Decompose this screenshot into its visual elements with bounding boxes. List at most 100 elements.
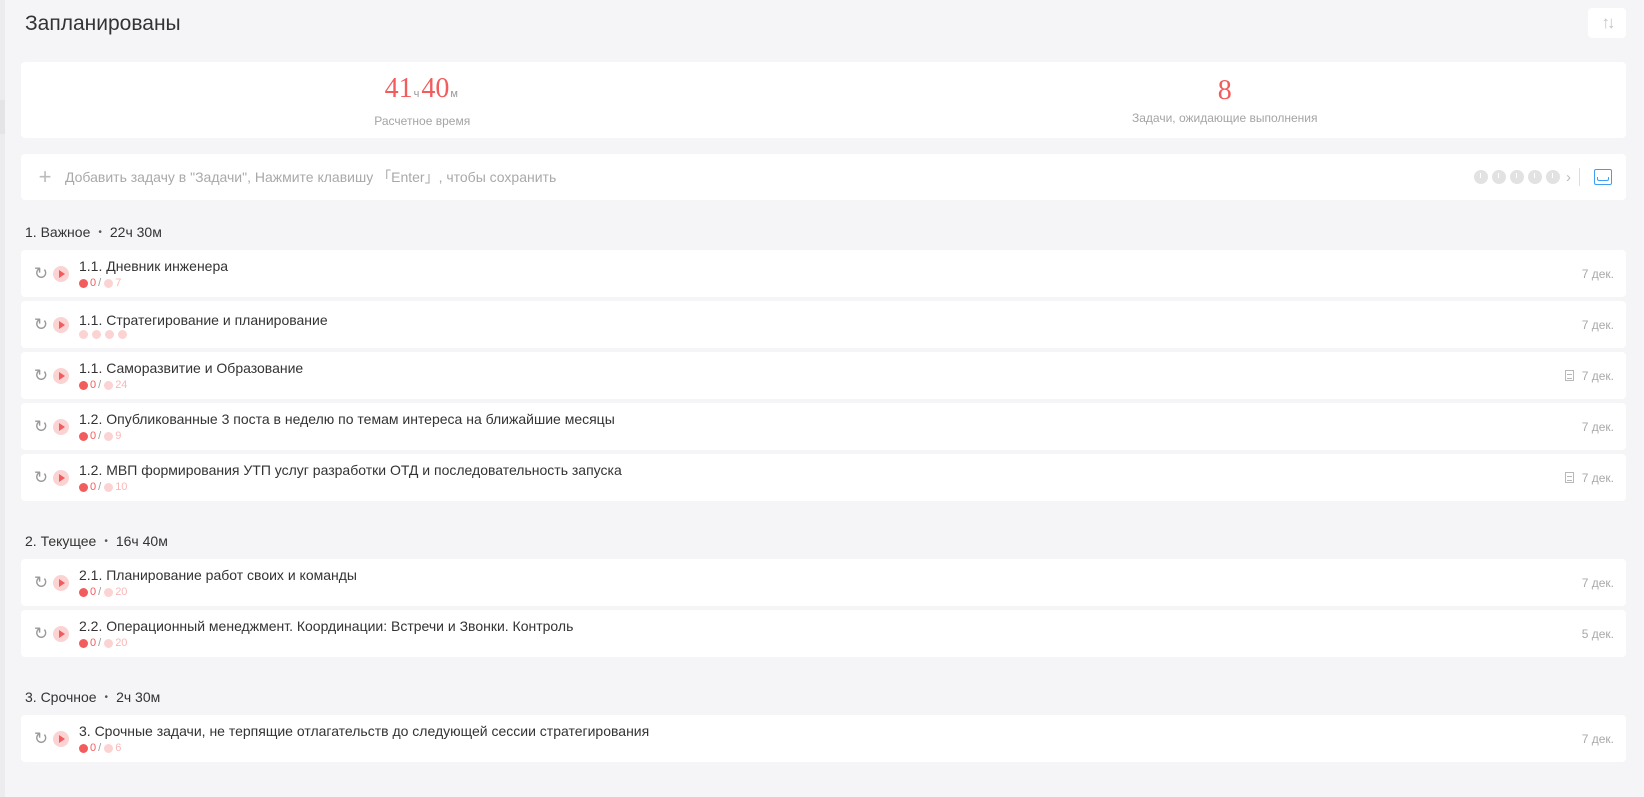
sort-button[interactable]: ↑↓ xyxy=(1588,8,1626,38)
page-title: Запланированы xyxy=(25,12,181,35)
group-header[interactable]: 2. Текущее • 16ч 40м xyxy=(21,531,1626,551)
task-due-date: 7 дек. xyxy=(1581,575,1614,590)
task-title: 1.2. Опубликованные 3 поста в неделю по … xyxy=(79,411,615,427)
play-icon[interactable] xyxy=(53,469,69,486)
add-task-input[interactable] xyxy=(63,168,1474,186)
pomodoro-estimate-picker[interactable]: › xyxy=(1474,169,1571,186)
task-meta: 7 дек. xyxy=(1582,267,1614,281)
group-duration: 22ч 30м xyxy=(109,224,162,240)
pomodoro-estimate-count: 9 xyxy=(115,430,122,442)
task-row[interactable]: ↻ 1.2. МВП формирования УТП услуг разраб… xyxy=(21,454,1626,501)
pomodoro-progress: 0 / 20 xyxy=(79,636,1582,650)
pomodoro-progress: 0 / 20 xyxy=(79,585,1582,599)
task-body: 1.1. Стратегирование и планирование xyxy=(79,311,1582,339)
task-row[interactable]: ↻ 1.1. Дневник инженера 0 / 7 7 дек. xyxy=(21,250,1626,297)
task-meta: 7 дек. xyxy=(1582,732,1614,746)
task-meta: 5 дек. xyxy=(1582,627,1614,641)
repeat-icon[interactable]: ↻ xyxy=(33,625,49,642)
pomodoro-icon[interactable] xyxy=(1474,170,1488,184)
tomato-done-icon xyxy=(79,431,88,441)
task-row[interactable]: ↻ 2.2. Операционный менеджмент. Координа… xyxy=(21,610,1626,657)
group-title: 1. Важное xyxy=(25,224,91,240)
tomato-icon xyxy=(105,329,114,339)
task-meta: 7 дек. xyxy=(1564,471,1614,485)
repeat-icon[interactable]: ↻ xyxy=(33,265,49,282)
pomodoro-icon[interactable] xyxy=(1492,170,1506,184)
stats-panel: 41 ч 40 м Расчетное время 8 Задачи, ожид… xyxy=(21,62,1626,138)
task-body: 1.2. Опубликованные 3 поста в неделю по … xyxy=(79,410,1582,443)
pomodoro-icon[interactable] xyxy=(1510,170,1524,184)
task-row[interactable]: ↻ 1.1. Стратегирование и планирование 7 … xyxy=(21,301,1626,348)
pomodoro-done-count: 0 xyxy=(90,430,97,442)
pending-tasks-stat: 8 Задачи, ожидающие выполнения xyxy=(824,62,1627,138)
task-row[interactable]: ↻ 3. Срочные задачи, не терпящие отлагат… xyxy=(21,715,1626,762)
play-icon[interactable] xyxy=(53,265,69,282)
play-icon[interactable] xyxy=(53,730,69,747)
play-icon[interactable] xyxy=(53,316,69,333)
task-due-date: 7 дек. xyxy=(1581,419,1614,434)
tomato-estimate-icon xyxy=(104,638,114,648)
task-title: 1.1. Дневник инженера xyxy=(79,258,229,274)
task-row[interactable]: ↻ 1.2. Опубликованные 3 поста в неделю п… xyxy=(21,403,1626,450)
sort-icon: ↑↓ xyxy=(1601,13,1616,32)
note-icon xyxy=(1564,472,1574,483)
task-body: 3. Срочные задачи, не терпящие отлагател… xyxy=(79,722,1582,755)
task-body: 1.1. Саморазвитие и Образование 0 / 24 xyxy=(79,359,1565,392)
pomodoro-estimate-count: 7 xyxy=(115,277,122,289)
chevron-right-icon[interactable]: › xyxy=(1566,169,1571,186)
play-icon[interactable] xyxy=(53,625,69,642)
pomodoro-progress: 0 / 24 xyxy=(79,378,1565,392)
group-header[interactable]: 3. Срочное • 2ч 30м xyxy=(21,687,1626,707)
task-row[interactable]: ↻ 1.1. Саморазвитие и Образование 0 / 24… xyxy=(21,352,1626,399)
pomodoro-icon[interactable] xyxy=(1528,170,1542,184)
tomato-estimate-icon xyxy=(104,743,114,753)
group-separator-dot: • xyxy=(104,535,108,547)
task-title: 3. Срочные задачи, не терпящие отлагател… xyxy=(79,723,650,739)
repeat-icon[interactable]: ↻ xyxy=(33,730,49,747)
pomodoro-done-count: 0 xyxy=(90,637,97,649)
repeat-icon[interactable]: ↻ xyxy=(33,367,49,384)
play-icon[interactable] xyxy=(53,367,69,384)
play-icon[interactable] xyxy=(53,418,69,435)
group-separator-dot: • xyxy=(104,691,109,703)
pomodoro-slash: / xyxy=(98,277,102,289)
task-row[interactable]: ↻ 2.1. Планирование работ своих и команд… xyxy=(21,559,1626,606)
repeat-icon[interactable]: ↻ xyxy=(33,469,49,486)
note-icon xyxy=(1564,370,1574,381)
pomodoro-slash: / xyxy=(98,481,102,493)
pomodoro-progress: 0 / 10 xyxy=(79,480,1565,494)
minutes-unit: м xyxy=(450,87,458,100)
pomodoro-done-count: 0 xyxy=(90,742,97,754)
pomodoro-progress: 0 / 6 xyxy=(79,741,1582,755)
estimated-time-value: 41 ч 40 м xyxy=(385,73,460,110)
task-body: 1.2. МВП формирования УТП услуг разработ… xyxy=(79,461,1565,494)
pomodoro-empty-indicator xyxy=(79,329,1582,339)
tomato-done-icon xyxy=(79,380,88,390)
pomodoro-progress: 0 / 9 xyxy=(79,429,1582,443)
tomato-done-icon xyxy=(79,482,88,492)
pomodoro-icon[interactable] xyxy=(1546,170,1560,184)
inbox-icon[interactable] xyxy=(1594,169,1612,185)
group-header[interactable]: 1. Важное • 22ч 30м xyxy=(21,222,1626,242)
tomato-done-icon xyxy=(79,743,88,753)
group-duration: 16ч 40м xyxy=(115,533,168,549)
plus-icon[interactable]: + xyxy=(33,166,57,188)
group-gap xyxy=(21,551,1626,559)
tomato-estimate-icon xyxy=(104,482,114,492)
pomodoro-estimate-count: 6 xyxy=(115,742,122,754)
left-edge-handle[interactable] xyxy=(0,100,5,134)
play-icon[interactable] xyxy=(53,574,69,591)
repeat-icon[interactable]: ↻ xyxy=(33,316,49,333)
group-title: 3. Срочное xyxy=(25,689,97,705)
tomato-done-icon xyxy=(79,587,88,597)
repeat-icon[interactable]: ↻ xyxy=(33,418,49,435)
repeat-icon[interactable]: ↻ xyxy=(33,574,49,591)
task-groups: 1. Важное • 22ч 30м ↻ 1.1. Дневник инженера… xyxy=(21,200,1626,762)
pomodoro-slash: / xyxy=(98,742,102,754)
pomodoro-done-count: 0 xyxy=(90,481,97,493)
tomato-estimate-icon xyxy=(104,380,114,390)
task-title: 1.1. Стратегирование и планирование xyxy=(79,311,328,328)
pomodoro-estimate-count: 10 xyxy=(115,481,128,493)
group-gap xyxy=(21,707,1626,715)
